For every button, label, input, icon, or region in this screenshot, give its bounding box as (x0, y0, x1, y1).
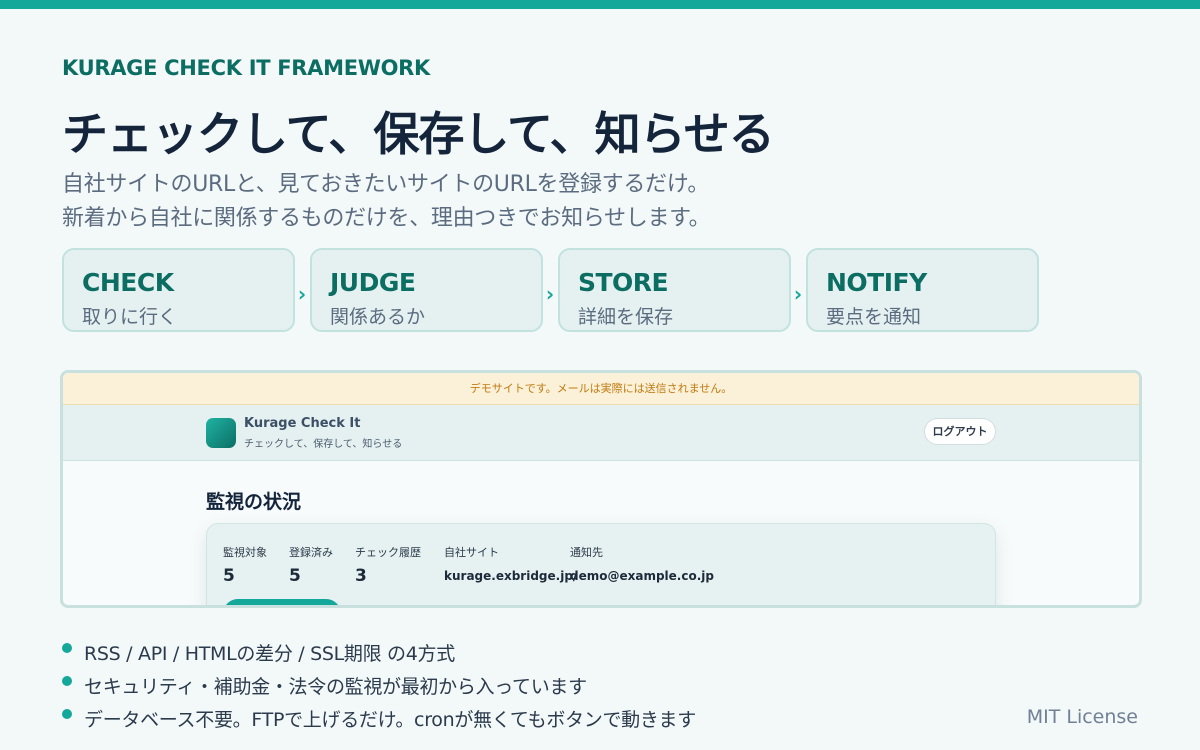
stat-value: 5 (223, 566, 235, 586)
status-card: 監視対象 5 登録済み 5 チェック履歴 3 自社サイト kurage.exbr… (206, 523, 996, 605)
stat-label: 登録済み (289, 546, 333, 559)
app-header: Kurage Check It チェックして、保存して、知らせる ログアウト (63, 405, 1139, 461)
subline-1: 自社サイトのURLと、見ておきたいサイトのURLを登録するだけ。 (62, 172, 710, 197)
page-headline: チェックして、保存して、知らせる (62, 107, 775, 161)
app-screenshot: デモサイトです。メールは実際には送信されません。 Kurage Check It… (60, 370, 1142, 608)
bullet-dot-icon (62, 676, 72, 686)
chevron-right-icon: › (545, 282, 555, 306)
step-judge: JUDGE 関係あるか (310, 248, 543, 332)
stat-monitored: 監視対象 5 (223, 544, 267, 586)
stat-label: チェック履歴 (355, 546, 421, 559)
stat-value: kurage.exbridge.jp/ (444, 569, 578, 583)
step-title: NOTIFY (826, 268, 927, 297)
top-accent-bar (0, 0, 1200, 9)
step-check: CHECK 取りに行く (62, 248, 295, 332)
step-subtitle: 取りに行く (82, 306, 178, 328)
step-store: STORE 詳細を保存 (558, 248, 791, 332)
step-title: CHECK (82, 268, 174, 297)
stat-notify-to: 通知先 demo@example.co.jp (570, 544, 714, 583)
step-notify: NOTIFY 要点を通知 (806, 248, 1039, 332)
list-item: データベース不要。FTPで上げるだけ。cronが無くてもボタンで動きます (62, 702, 822, 735)
chevron-right-icon: › (297, 282, 307, 306)
stat-value: 5 (289, 566, 301, 586)
stat-own-site: 自社サイト kurage.exbridge.jp/ (444, 544, 577, 583)
stat-label: 監視対象 (223, 546, 267, 559)
list-item: RSS / API / HTMLの差分 / SSL期限 の4方式 (62, 636, 822, 669)
bullet-dot-icon (62, 643, 72, 653)
demo-banner: デモサイトです。メールは実際には送信されません。 (63, 373, 1139, 405)
stat-label: 自社サイト (444, 546, 499, 559)
list-item-text: データベース不要。FTPで上げるだけ。cronが無くてもボタンで動きます (84, 709, 696, 731)
list-item-text: RSS / API / HTMLの差分 / SSL期限 の4方式 (84, 643, 455, 665)
subline-2: 新着から自社に関係するものだけを、理由つきでお知らせします。 (62, 206, 711, 231)
stat-registered: 登録済み 5 (289, 544, 333, 586)
logout-button[interactable]: ログアウト (924, 418, 996, 445)
list-item-text: セキュリティ・補助金・法令の監視が最初から入っています (84, 676, 587, 698)
feature-list: RSS / API / HTMLの差分 / SSL期限 の4方式 セキュリティ・… (62, 636, 822, 735)
process-steps: CHECK 取りに行く › JUDGE 関係あるか › STORE 詳細を保存 … (62, 248, 1042, 332)
app-tagline: チェックして、保存して、知らせる (244, 439, 403, 450)
app-logo (206, 418, 236, 448)
step-subtitle: 関係あるか (330, 306, 426, 328)
license-label: MIT License (1026, 706, 1138, 728)
stat-value: demo@example.co.jp (570, 569, 714, 583)
primary-action-button[interactable] (223, 599, 341, 605)
section-title: 監視の状況 (206, 491, 302, 513)
chevron-right-icon: › (793, 282, 803, 306)
step-title: JUDGE (330, 268, 416, 297)
step-subtitle: 詳細を保存 (578, 306, 674, 328)
stat-value: 3 (355, 566, 367, 586)
list-item: セキュリティ・補助金・法令の監視が最初から入っています (62, 669, 822, 702)
step-title: STORE (578, 268, 669, 297)
stat-check-history: チェック履歴 3 (355, 544, 421, 586)
app-title: Kurage Check It (244, 416, 361, 431)
bullet-dot-icon (62, 709, 72, 719)
stat-label: 通知先 (570, 546, 603, 559)
step-subtitle: 要点を通知 (826, 306, 922, 328)
eyebrow-title: KURAGE CHECK IT FRAMEWORK (62, 56, 431, 80)
